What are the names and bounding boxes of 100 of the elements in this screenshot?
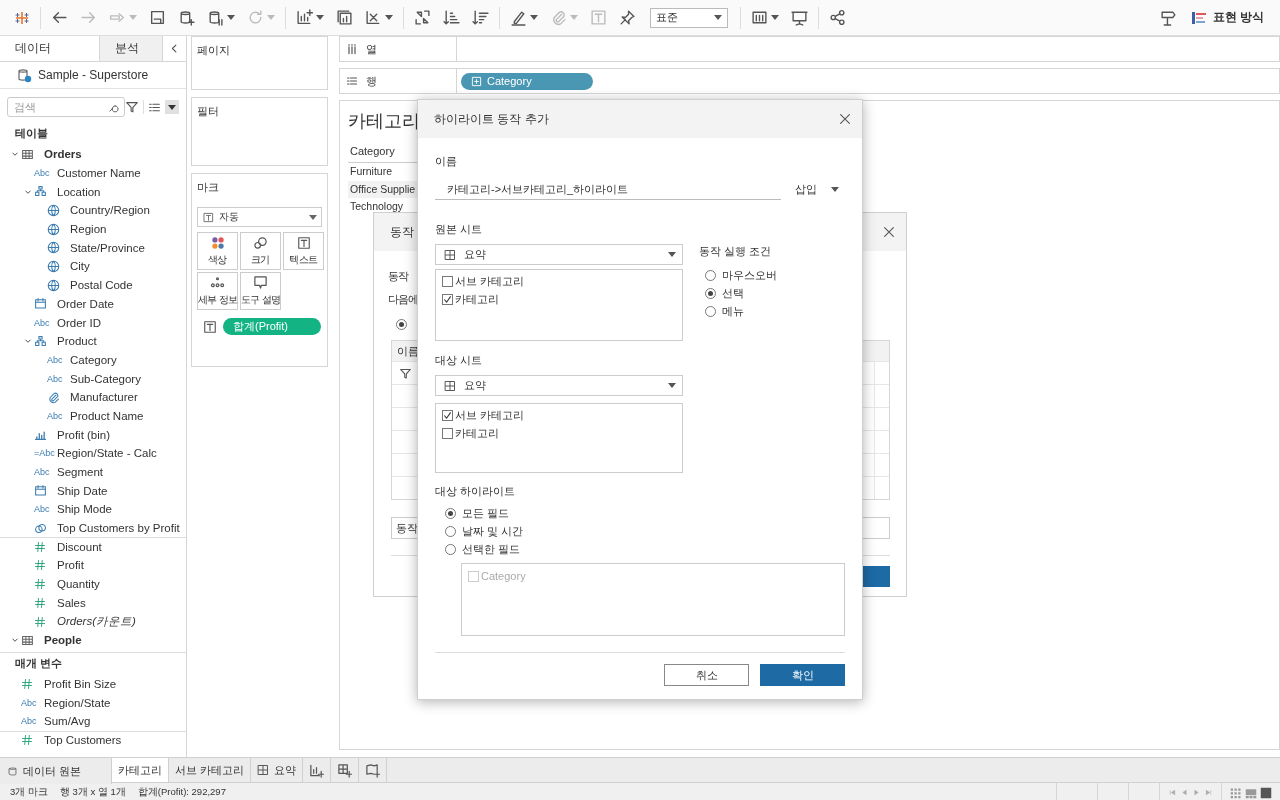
field-item[interactable]: Top Customers bbox=[44, 734, 122, 747]
caret-icon[interactable] bbox=[316, 15, 324, 20]
add-data-source-icon[interactable] bbox=[178, 9, 195, 26]
radio-button[interactable] bbox=[445, 507, 456, 519]
database-icon bbox=[16, 67, 32, 83]
close-button[interactable] bbox=[838, 112, 852, 126]
radio-button[interactable] bbox=[705, 305, 716, 317]
field-item[interactable]: Orders(카운트) bbox=[57, 614, 136, 630]
sheet-tab[interactable]: 카테고리 bbox=[112, 758, 169, 782]
sort-ascending-icon[interactable] bbox=[443, 9, 460, 26]
speech-bubble-icon bbox=[253, 275, 268, 290]
field-item[interactable]: Product Name bbox=[70, 409, 144, 422]
checkbox[interactable] bbox=[442, 409, 453, 421]
data-source-name[interactable]: Sample - Superstore bbox=[38, 68, 149, 82]
field-item[interactable]: Region/State bbox=[44, 696, 111, 709]
duplicate-icon[interactable] bbox=[336, 9, 353, 26]
field-item[interactable]: Order Date bbox=[57, 297, 114, 310]
name-input[interactable]: 카테고리->서브카테고리_하이라이트 bbox=[435, 179, 781, 200]
dropdown-button[interactable] bbox=[165, 100, 179, 114]
share-icon[interactable] bbox=[829, 9, 846, 26]
field-item[interactable]: Region/State - Calc bbox=[57, 447, 157, 460]
logo-icon[interactable] bbox=[14, 9, 30, 26]
field-item[interactable]: People bbox=[44, 634, 82, 647]
mark-property-button[interactable]: 도구 설명 bbox=[240, 272, 281, 310]
checkbox[interactable] bbox=[442, 275, 453, 287]
pen-icon[interactable] bbox=[510, 9, 527, 26]
mark-property-button[interactable]: 세부 정보 bbox=[197, 272, 238, 310]
field-item[interactable]: Ship Date bbox=[57, 484, 108, 497]
close-button[interactable] bbox=[882, 225, 896, 239]
field-item[interactable]: City bbox=[70, 260, 90, 273]
radio-button[interactable] bbox=[445, 543, 456, 555]
mark-property-button[interactable]: 색상 bbox=[197, 232, 238, 270]
clear-sheet-icon[interactable] bbox=[365, 9, 382, 26]
insert-dropdown[interactable]: 삽입 bbox=[791, 182, 845, 197]
field-item[interactable]: Ship Mode bbox=[57, 503, 112, 516]
color-dots-icon bbox=[210, 235, 225, 250]
radio-button[interactable] bbox=[445, 525, 456, 537]
checkbox[interactable] bbox=[442, 427, 453, 439]
data-type-label: Abc bbox=[34, 504, 50, 515]
field-item[interactable]: Orders bbox=[44, 148, 82, 161]
ok-button[interactable]: 확인 bbox=[760, 664, 845, 686]
status-text: 합계(Profit): 292,297 bbox=[136, 786, 227, 799]
dialog-title: 동작 bbox=[390, 223, 414, 241]
sheet-tab[interactable]: 데이터 원본 bbox=[0, 758, 112, 784]
sheet-dropdown[interactable]: 요약 bbox=[435, 375, 683, 396]
radio-button[interactable] bbox=[705, 287, 716, 299]
field-item[interactable]: Order ID bbox=[57, 316, 102, 329]
caret-icon[interactable] bbox=[227, 15, 235, 20]
field-item[interactable]: Sum/Avg bbox=[44, 715, 91, 728]
mark-type-dropdown[interactable]: 자동 bbox=[197, 207, 322, 227]
field-item[interactable]: Postal Code bbox=[70, 279, 133, 292]
field-item[interactable]: Profit bbox=[57, 559, 84, 572]
field-item[interactable]: Segment bbox=[57, 466, 104, 479]
pause-data-icon[interactable] bbox=[207, 9, 224, 26]
pin-icon[interactable] bbox=[619, 9, 636, 26]
fit-dropdown[interactable]: 표준 bbox=[650, 7, 728, 28]
cancel-button[interactable]: 취소 bbox=[664, 664, 749, 686]
field-item[interactable]: Top Customers by Profit bbox=[57, 522, 180, 535]
field-item[interactable]: Customer Name bbox=[57, 167, 141, 180]
field-item[interactable]: Product bbox=[57, 335, 97, 348]
field-item[interactable]: Country/Region bbox=[70, 204, 150, 217]
data-type-label: Abc bbox=[21, 716, 37, 727]
grid-icon bbox=[444, 379, 456, 392]
swap-icon[interactable] bbox=[414, 9, 431, 26]
filter-icon[interactable] bbox=[125, 100, 139, 114]
field-item[interactable]: Discount bbox=[57, 541, 102, 554]
tab-view-icon[interactable] bbox=[1260, 786, 1272, 799]
sidebar-tab[interactable]: 분석 bbox=[100, 36, 163, 61]
new-sheet-icon[interactable] bbox=[296, 9, 313, 26]
save-icon[interactable] bbox=[149, 9, 166, 26]
field-item[interactable]: Profit Bin Size bbox=[44, 677, 117, 690]
field-item[interactable]: Category bbox=[70, 353, 117, 366]
signpost-icon[interactable] bbox=[1159, 9, 1177, 26]
search-field[interactable]: 검색 bbox=[7, 97, 125, 117]
show-me-button[interactable]: 표현 방식 bbox=[1182, 9, 1272, 26]
field-item[interactable]: Region bbox=[70, 223, 107, 236]
field-item[interactable]: Sales bbox=[57, 596, 86, 609]
radio-button[interactable] bbox=[396, 319, 407, 330]
hash-icon bbox=[34, 541, 46, 554]
sheet-dropdown[interactable]: 요약 bbox=[435, 244, 683, 265]
mark-property-button[interactable]: 텍스트 bbox=[283, 232, 324, 270]
field-item[interactable]: Sub-Category bbox=[70, 372, 141, 385]
mark-property-button[interactable]: 크기 bbox=[240, 232, 281, 270]
field-item[interactable]: State/Province bbox=[70, 241, 145, 254]
checkbox-label: 서브 카테고리 bbox=[455, 273, 525, 289]
rows-icon bbox=[346, 75, 358, 87]
caret-icon[interactable] bbox=[385, 15, 393, 20]
back-icon[interactable] bbox=[51, 9, 68, 26]
radio-button[interactable] bbox=[705, 269, 716, 281]
field-item[interactable]: Quantity bbox=[57, 578, 100, 591]
presentation-icon[interactable] bbox=[791, 9, 808, 26]
sort-descending-icon[interactable] bbox=[472, 9, 489, 26]
sheet-title: 카테고리 bbox=[348, 110, 420, 133]
field-item[interactable]: Manufacturer bbox=[70, 391, 138, 404]
cards-icon[interactable] bbox=[751, 9, 768, 26]
checkbox[interactable] bbox=[442, 293, 453, 305]
caret-icon[interactable] bbox=[771, 15, 779, 20]
field-item[interactable]: Location bbox=[57, 185, 101, 198]
caret-icon[interactable] bbox=[530, 15, 538, 20]
field-item[interactable]: Profit (bin) bbox=[57, 428, 111, 441]
